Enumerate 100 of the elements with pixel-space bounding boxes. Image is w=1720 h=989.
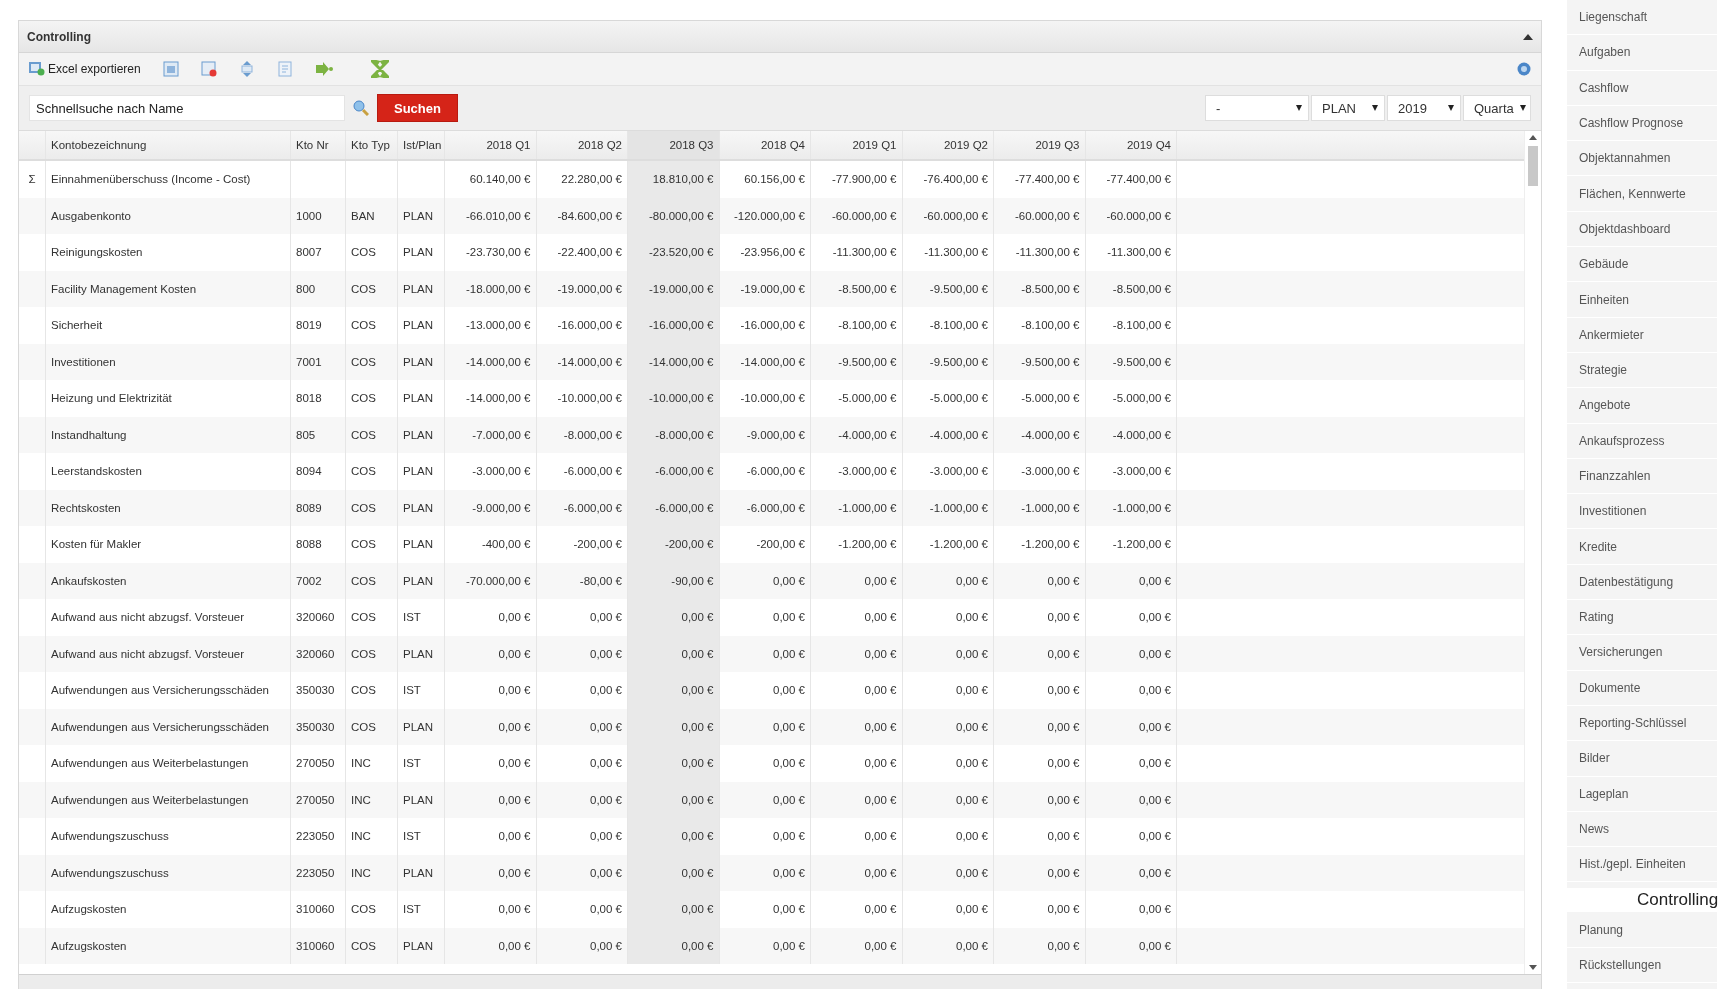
table-cell: PLAN [403,209,434,222]
sidebar-item[interactable]: Angebote [1567,388,1717,424]
table-cell: IST [403,903,421,916]
table-cell: -1.000,00 € [1021,501,1080,514]
column-header[interactable]: 2018 Q3 [628,131,720,159]
table-cell: 0,00 € [498,793,531,806]
table-cell: 0,00 € [498,720,531,733]
column-header[interactable]: 2018 Q4 [719,131,811,159]
column-header[interactable]: 2018 Q1 [445,131,537,159]
expand-rows-icon[interactable] [238,61,255,77]
spreadsheet-icon [29,62,45,76]
sidebar-item[interactable]: Investitionen [1567,494,1717,530]
excel-export-button[interactable]: Excel exportieren [29,62,141,76]
sidebar-item[interactable]: Liegenschaft [1567,0,1717,36]
column-header[interactable]: 2019 Q2 [902,131,994,159]
sidebar-item[interactable]: Ankaufsprozess [1567,423,1717,459]
column-header[interactable]: 2019 Q4 [1085,131,1177,159]
table-cell: -19.000,00 € [557,282,622,295]
sidebar-item[interactable]: Finanzzahlen [1567,458,1717,495]
column-header[interactable]: 2019 Q1 [811,131,903,159]
table-cell: COS [351,647,376,660]
table-cell: -6.000,00 € [563,465,622,478]
table-cell: 0,00 € [956,866,988,879]
table-cell: 0,00 € [956,720,988,733]
table-cell: 7001 [296,355,322,368]
table-cell: 0,00 € [773,793,805,806]
table-cell: 0,00 € [1139,684,1171,697]
table-cell: PLAN [403,538,434,551]
filter-dropdown[interactable]: 2019 [1387,95,1461,121]
table-cell: Aufwendungen aus Weiterbelastungen [51,793,249,806]
table-cell: Einnahmenüberschuss (Income - Cost) [51,173,251,186]
table-cell: -80,00 € [579,574,622,587]
column-header[interactable]: 2019 Q3 [994,131,1086,159]
table-cell: -14.000,00 € [648,355,714,368]
sidebar-item[interactable]: Bilder [1567,741,1717,777]
sidebar-item[interactable]: Einheiten [1567,282,1717,318]
sidebar-item[interactable]: Dokumente [1567,670,1717,706]
arrow-right-icon[interactable] [314,62,333,76]
filter-dropdown[interactable]: - [1205,95,1309,121]
column-header[interactable]: Kto Typ [346,131,398,159]
table-cell: 0,00 € [864,757,897,770]
scroll-up-icon[interactable] [1529,135,1537,140]
table-cell: -5.000,00 € [838,392,897,405]
table-cell: -76.400,00 € [923,173,988,186]
table-cell: 0,00 € [681,611,714,624]
sidebar-item[interactable]: Datenbestätigung [1567,564,1717,601]
table-cell: -9.500,00 € [929,355,988,368]
filter-dropdown[interactable]: Quarta [1463,95,1531,121]
sidebar-item[interactable]: Reporting-Schlüssel [1567,705,1717,742]
table-cell: 350030 [296,684,335,697]
sidebar-item[interactable]: Kredite [1567,529,1717,565]
sidebar-item[interactable]: News [1567,811,1717,848]
table-cell: 270050 [296,793,335,806]
sidebar-item[interactable]: Gebäude [1567,247,1717,283]
panel-title: Controlling [27,29,91,44]
table-cell: -10.000,00 € [740,392,805,405]
sidebar-item[interactable]: Ankermieter [1567,317,1717,353]
sidebar-item[interactable]: Rating [1567,600,1717,636]
column-header[interactable]: Kto Nr [291,131,346,159]
document-icon[interactable] [276,61,293,77]
table-cell: 0,00 € [864,574,897,587]
sidebar-item[interactable]: Cashflow [1567,70,1717,106]
search-button[interactable]: Suchen [377,94,458,122]
table-cell: 0,00 € [1139,647,1171,660]
collapse-icon[interactable] [1523,33,1533,40]
sidebar-item[interactable]: Cashflow Prognose [1567,105,1717,142]
table-cell: 8089 [296,501,322,514]
column-header[interactable]: Ist/Plan [398,131,445,159]
table-icon[interactable] [162,61,179,77]
sidebar-item[interactable]: Lageplan [1567,776,1717,812]
fit-icon[interactable] [370,60,389,78]
help-icon[interactable] [1517,62,1531,76]
table-cell: Aufwendungen aus Versicherungsschäden [51,684,270,697]
table-cell: -11.300,00 € [924,246,988,259]
sidebar-item[interactable]: Flächen, Kennwerte [1567,176,1717,212]
sidebar-item[interactable]: Objektannahmen [1567,141,1717,177]
filter-dropdown[interactable]: PLAN [1311,95,1385,121]
sidebar-item[interactable]: Rückstellungen [1567,947,1717,983]
table-cell: 800 [296,282,316,295]
sidebar-item[interactable]: Strategie [1567,352,1717,389]
delete-column-icon[interactable] [200,61,217,77]
scrollbar-thumb[interactable] [1528,146,1538,186]
table-cell: 0,00 € [681,793,714,806]
table-cell: -1.200,00 € [929,538,988,551]
table-cell: 0,00 € [498,647,531,660]
scrollbar[interactable] [1524,131,1541,974]
sidebar-item[interactable]: Objektdashboard [1567,211,1717,248]
sidebar-item[interactable]: Aufgaben [1567,35,1717,71]
sidebar-item[interactable]: Hist./gepl. Einheiten [1567,847,1717,883]
table-cell: -1.200,00 € [1112,538,1171,551]
search-field[interactable]: Schnellsuche nach Name [29,95,345,121]
table-cell: 0,00 € [1139,866,1171,879]
sidebar-item[interactable]: Versicherungen [1567,635,1717,671]
search-icon[interactable] [353,100,369,116]
scroll-down-icon[interactable] [1529,965,1537,970]
table-cell: 270050 [296,757,335,770]
sidebar-item[interactable]: Planung [1567,912,1717,948]
table-cell: Reinigungskosten [51,246,143,259]
table-cell: 22.280,00 € [561,173,622,186]
column-header[interactable]: Kontobezeichnung [46,131,291,159]
